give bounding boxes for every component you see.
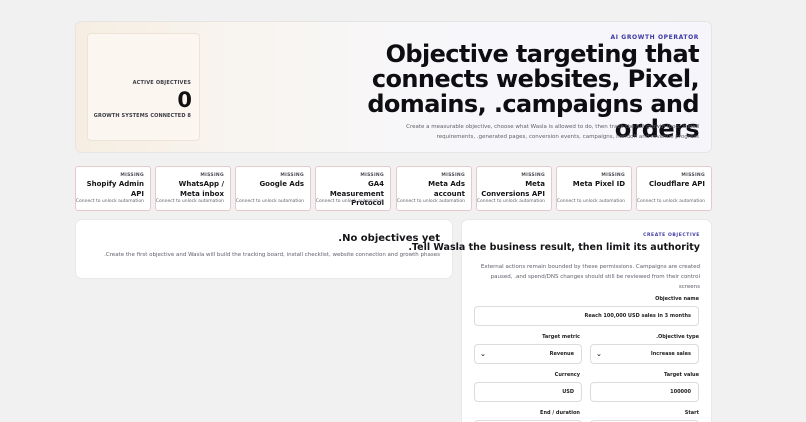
connection-name: WhatsApp / Meta inbox (178, 180, 224, 198)
connection-note: Connect to unlock automation (636, 199, 705, 204)
connection-note: Connect to unlock automation (396, 199, 465, 204)
end-duration-label: End / duration (540, 410, 580, 416)
status-badge: MISSING (200, 173, 224, 178)
chevron-down-icon: ⌄ (480, 350, 486, 358)
connection-card-meta-capi[interactable]: MISSING Meta Conversions API Connect to … (476, 166, 552, 211)
status-badge: MISSING (441, 173, 465, 178)
start-label: Start (684, 410, 699, 416)
target-metric-value: Revenue (549, 351, 574, 357)
connection-card-cloudflare[interactable]: MISSING Cloudflare API Connect to unlock… (636, 166, 712, 211)
growth-systems-connected: GROWTH SYSTEMS CONNECTED 8 (93, 113, 191, 119)
active-objectives-count: 0 (177, 88, 192, 112)
chevron-down-icon: ⌄ (596, 350, 602, 358)
target-value-label: Target value (663, 372, 699, 378)
hero-banner: ACTIVE OBJECTIVES 0 GROWTH SYSTEMS CONNE… (75, 21, 712, 153)
form-subtitle: External actions remain bounded by these… (480, 264, 700, 290)
connection-note: Connect to unlock automation (75, 199, 144, 204)
connection-note: Connect to unlock automation (476, 199, 545, 204)
connection-name: Meta Conversions API (481, 180, 545, 198)
target-value-input[interactable]: 100000 (590, 382, 699, 402)
objective-type-value: Increase sales (650, 351, 691, 357)
target-metric-select[interactable]: ⌄ Revenue (474, 344, 582, 364)
connection-card-meta-pixel[interactable]: MISSING Meta Pixel ID Connect to unlock … (556, 166, 632, 211)
status-badge: MISSING (280, 173, 304, 178)
status-badge: MISSING (120, 173, 144, 178)
connection-name: Google Ads (259, 180, 304, 188)
connection-name: GA4 Measurement Protocol (329, 180, 384, 207)
objective-name-label: Objective name (655, 296, 699, 302)
objective-name-input[interactable]: Reach 100,000 USD sales in 3 months (474, 306, 699, 326)
connection-name: Meta Ads account (428, 180, 465, 198)
objective-type-select[interactable]: ⌄ Increase sales (590, 344, 699, 364)
status-badge: MISSING (681, 173, 705, 178)
connection-name: Cloudflare API (648, 180, 705, 188)
connection-card-google-ads[interactable]: MISSING Google Ads Connect to unlock aut… (235, 166, 311, 211)
connection-name: Meta Pixel ID (572, 180, 625, 188)
currency-label: Currency (554, 372, 580, 378)
connection-note: Connect to unlock automation (155, 199, 224, 204)
status-badge: MISSING (360, 173, 384, 178)
form-title: .Tell Wasla the business result, then li… (408, 242, 700, 253)
connection-card-ga4[interactable]: MISSING GA4 Measurement Protocol Connect… (315, 166, 391, 211)
active-objectives-label: ACTIVE OBJECTIVES (132, 80, 191, 86)
connection-note: Connect to unlock automation (315, 199, 384, 204)
objective-type-label: .Objective type (656, 334, 699, 340)
connection-card-whatsapp[interactable]: MISSING WhatsApp / Meta inbox Connect to… (155, 166, 231, 211)
empty-state-subtitle: .Create the first objective and Wasla wi… (104, 252, 440, 258)
target-metric-label: Target metric (542, 334, 580, 340)
connection-note: Connect to unlock automation (235, 199, 304, 204)
objectives-empty-panel: .No objectives yet .Create the first obj… (75, 219, 453, 279)
status-badge: MISSING (521, 173, 545, 178)
currency-input[interactable]: USD (474, 382, 582, 402)
connection-card-meta-ads[interactable]: MISSING Meta Ads account Connect to unlo… (396, 166, 472, 211)
connection-card-shopify[interactable]: MISSING Shopify Admin API Connect to unl… (75, 166, 151, 211)
connection-note: Connect to unlock automation (556, 199, 625, 204)
status-badge: MISSING (601, 173, 625, 178)
form-eyebrow: CREATE OBJECTIVE (643, 233, 700, 238)
hero-subtitle: Create a measurable objective, choose wh… (406, 124, 699, 140)
create-objective-panel: CREATE OBJECTIVE .Tell Wasla the busines… (408, 219, 712, 422)
active-objectives-card: ACTIVE OBJECTIVES 0 GROWTH SYSTEMS CONNE… (87, 33, 200, 141)
connection-name: Shopify Admin API (86, 180, 144, 198)
